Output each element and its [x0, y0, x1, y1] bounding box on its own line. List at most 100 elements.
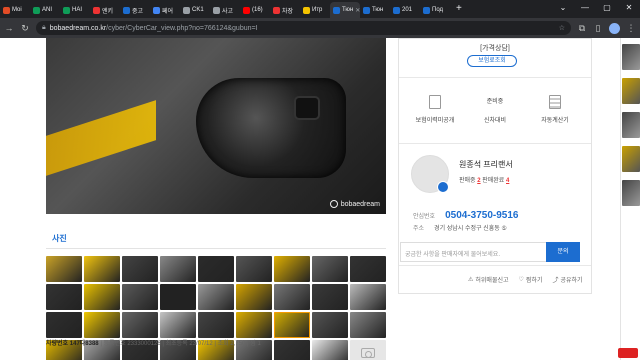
photo-thumbnail[interactable] [236, 284, 272, 310]
photo-thumbnail[interactable] [84, 284, 120, 310]
tool-new-car-compare[interactable]: 준비중 신차대비 [467, 95, 523, 124]
photo-thumbnail[interactable] [350, 256, 386, 282]
tab-favicon-icon [93, 6, 100, 14]
browser-tab[interactable]: (16) [240, 2, 270, 18]
browser-tab[interactable]: 사고 [210, 2, 240, 18]
phone-number[interactable]: 0504-3750-9516 [445, 210, 518, 221]
main-car-photo[interactable]: bobaedream [46, 38, 386, 214]
photo-thumbnail[interactable] [274, 340, 310, 360]
photo-thumbnail[interactable] [350, 284, 386, 310]
photo-thumbnail[interactable] [122, 256, 158, 282]
tool-calculator[interactable]: 자동계산기 [527, 95, 583, 124]
address-label: 주소 [413, 225, 425, 232]
side-thumb[interactable] [622, 146, 640, 172]
tab-favicon-icon [243, 6, 250, 14]
browser-tab[interactable]: 201 [390, 2, 420, 18]
inquiry-button[interactable]: 문의 [546, 242, 580, 262]
favorite-label: 찜하기 [525, 278, 543, 284]
photo-thumbnail[interactable] [46, 284, 82, 310]
photo-thumbnail[interactable] [312, 284, 348, 310]
tool-insurance-history[interactable]: 보험이력미공개 [407, 95, 463, 124]
tab-label: 페어 [162, 8, 174, 15]
tab-favicon-icon [123, 6, 130, 14]
photo-thumbnail[interactable] [84, 256, 120, 282]
photo-thumbnail[interactable] [236, 312, 272, 338]
browser-tab[interactable]: 중고 [120, 2, 150, 18]
star-icon[interactable]: ☆ [559, 24, 565, 32]
report-link[interactable]: ⚠ 허위매물신고 [468, 275, 509, 284]
reload-icon[interactable]: ↻ [20, 23, 30, 34]
photo-thumbnail[interactable] [350, 312, 386, 338]
browser-tab[interactable]: 차장 [270, 2, 300, 18]
seller-name[interactable]: 원종석 프리랜서 [459, 159, 513, 170]
browser-tab[interactable]: Тюн [360, 2, 390, 18]
panel-divider [399, 143, 591, 144]
photo-thumbnail[interactable] [84, 312, 120, 338]
browser-toolbar: → ↻ 🔒︎ bobaedream.co.kr/cyber/CyberCar_v… [0, 18, 640, 38]
browser-tab[interactable]: Итр [300, 2, 330, 18]
photo-thumbnail[interactable] [198, 284, 234, 310]
side-thumb[interactable] [622, 112, 640, 138]
browser-tab[interactable]: Moi [0, 2, 30, 18]
car-info-line: 차량번호 147다8388 | 등록번호 2333000126 | 최초등록 2… [46, 341, 261, 347]
photo-thumbnail[interactable] [274, 256, 310, 282]
photo-thumbnail[interactable] [198, 312, 234, 338]
photo-thumbnail[interactable] [46, 312, 82, 338]
favorite-link[interactable]: ♡ 찜하기 [519, 275, 543, 284]
photo-thumbnail[interactable] [46, 256, 82, 282]
minimize-icon[interactable]: — [574, 0, 596, 18]
browser-tab[interactable]: HAI [60, 2, 90, 18]
browser-tab[interactable]: Тюн ✕ [330, 2, 360, 18]
tab-favicon-icon [3, 6, 10, 14]
photo-thumbnail[interactable] [350, 340, 386, 360]
insurance-query-button[interactable]: 보험료조회 [467, 55, 517, 67]
browser-tab[interactable]: 페어 [150, 2, 180, 18]
menu-icon[interactable]: ⋮ [626, 23, 636, 34]
browser-tab[interactable]: Под [420, 2, 450, 18]
sold-count[interactable]: 4 [506, 178, 509, 184]
tab-label: 사고 [222, 8, 234, 15]
extensions-icon[interactable]: ⧉ [577, 23, 587, 34]
photo-thumbnail[interactable] [236, 256, 272, 282]
side-thumb[interactable] [622, 44, 640, 70]
sold-label: 판매완료 [482, 178, 505, 184]
tool-label: 신차대비 [483, 118, 507, 124]
section-divider [46, 248, 386, 249]
browser-tab[interactable]: ANI [30, 2, 60, 18]
photo-thumbnail[interactable] [160, 312, 196, 338]
fav-count: 찜 1 [250, 341, 261, 347]
photo-door-handle [196, 78, 346, 178]
address-bar[interactable]: 🔒︎ bobaedream.co.kr/cyber/CyberCar_view.… [36, 21, 571, 35]
split-icon[interactable]: ▯ [593, 23, 603, 34]
browser-tab[interactable]: 엔키 [90, 2, 120, 18]
panel-divider [399, 77, 591, 78]
photo-thumbnail[interactable] [160, 256, 196, 282]
photo-hex-button [294, 96, 320, 120]
photo-thumbnail[interactable] [312, 340, 348, 360]
side-thumb[interactable] [622, 180, 640, 206]
photo-thumbnail[interactable] [274, 312, 310, 338]
photo-thumbnail[interactable] [160, 284, 196, 310]
tab-label: ANI [42, 7, 53, 13]
maximize-icon[interactable]: ▢ [596, 0, 618, 18]
side-thumb[interactable] [622, 78, 640, 104]
close-icon[interactable]: ✕ [618, 0, 640, 18]
photo-thumbnail[interactable] [312, 312, 348, 338]
photo-thumbnail[interactable] [274, 284, 310, 310]
watermark-icon [329, 200, 338, 208]
lock-icon: 🔒︎ [42, 24, 46, 31]
profile-avatar[interactable] [609, 22, 620, 34]
photo-thumbnail[interactable] [198, 256, 234, 282]
photo-thumbnail[interactable] [122, 284, 158, 310]
tab-search-icon[interactable]: ⌄ [552, 0, 574, 18]
browser-tab[interactable]: CK1 [180, 2, 210, 18]
share-link[interactable]: ⤴ 공유하기 [552, 275, 582, 284]
forward-icon[interactable]: → [4, 23, 14, 33]
tab-label: HAI [72, 7, 83, 13]
photo-thumbnail[interactable] [122, 312, 158, 338]
new-tab-button[interactable]: + [450, 2, 468, 18]
on-sale-count[interactable]: 2 [477, 178, 480, 184]
photo-thumbnail[interactable] [312, 256, 348, 282]
inquiry-input[interactable]: 궁금한 사항을 판매자에게 물어보세요. [400, 242, 550, 262]
photos-section-title: 사진 [52, 234, 67, 243]
